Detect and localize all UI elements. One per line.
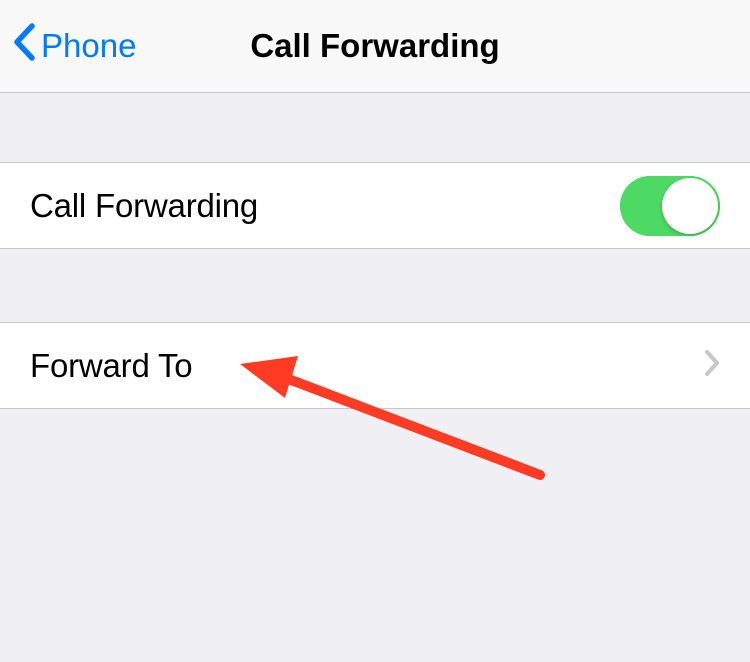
call-forwarding-label: Call Forwarding (30, 187, 258, 225)
chevron-left-icon (12, 23, 35, 69)
back-button[interactable]: Phone (0, 23, 136, 69)
call-forwarding-toggle[interactable] (620, 176, 720, 236)
section-spacer (0, 249, 750, 322)
call-forwarding-cell: Call Forwarding (0, 162, 750, 249)
toggle-knob (662, 178, 718, 234)
back-label: Phone (41, 27, 136, 65)
forward-to-label: Forward To (30, 347, 192, 385)
chevron-right-icon (704, 349, 720, 382)
page-title: Call Forwarding (250, 27, 499, 65)
forward-to-cell[interactable]: Forward To (0, 322, 750, 409)
navbar: Phone Call Forwarding (0, 0, 750, 93)
section-spacer (0, 93, 750, 162)
